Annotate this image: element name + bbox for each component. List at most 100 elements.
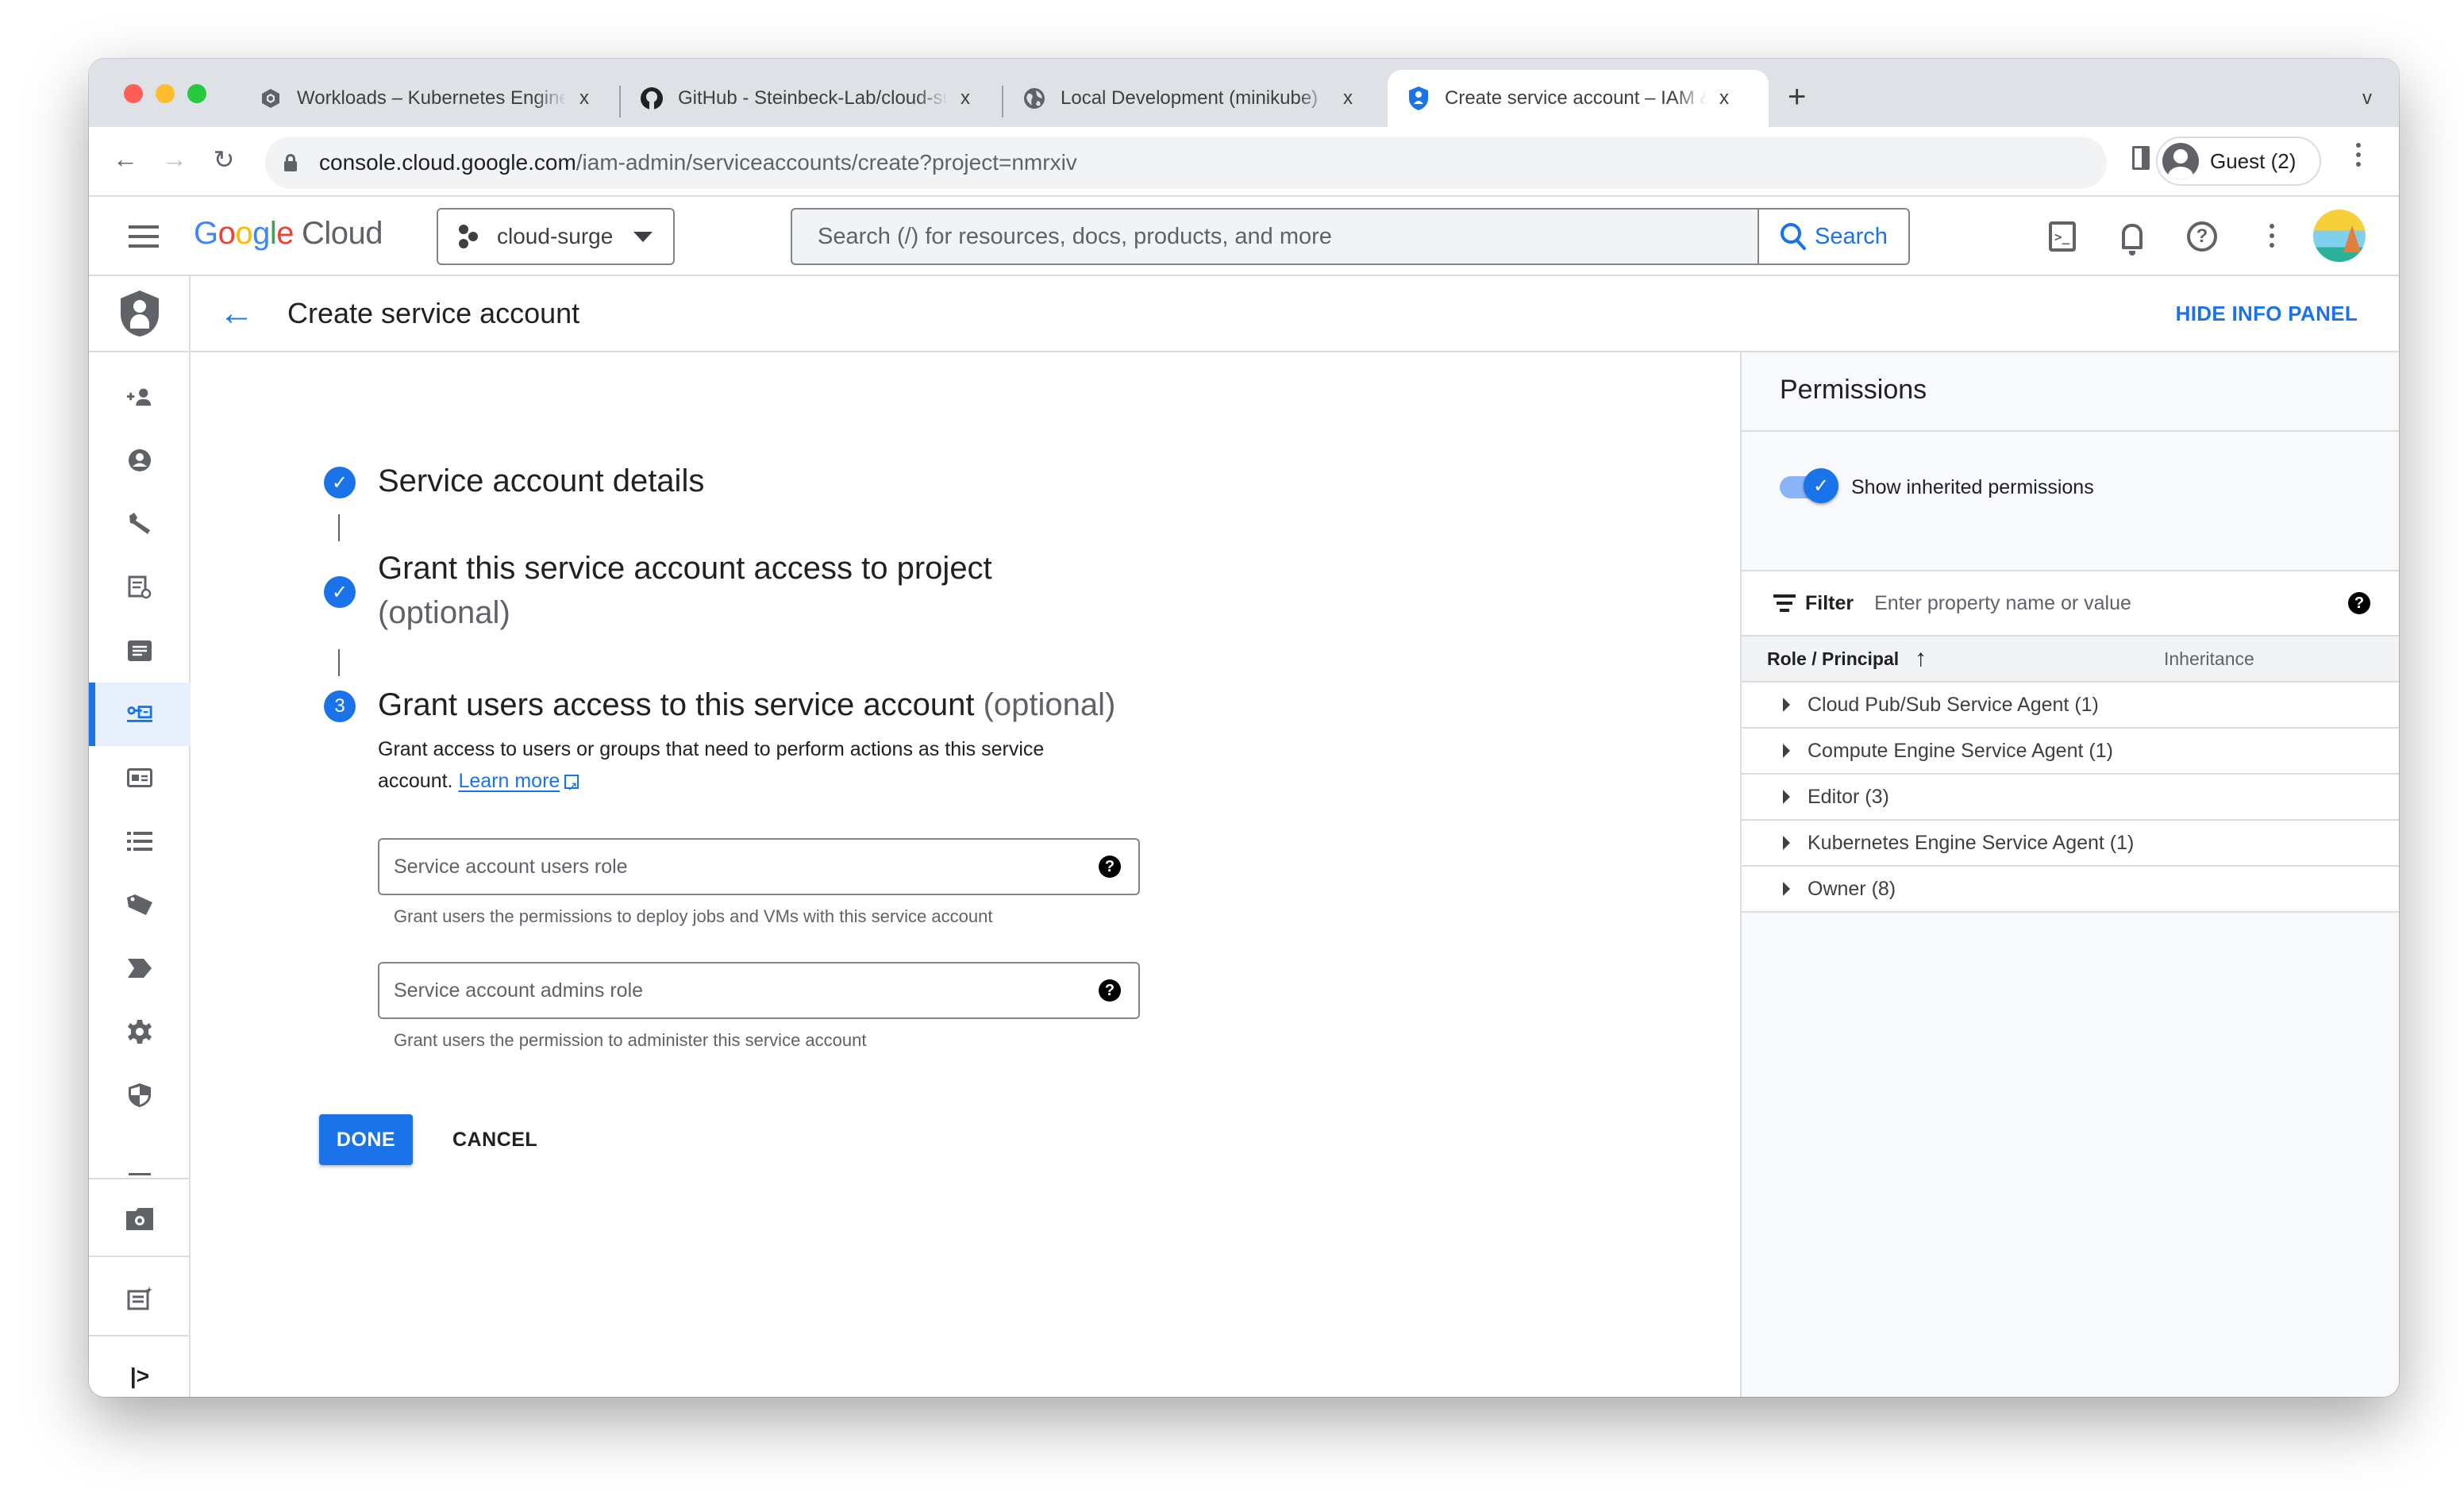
step-1-title[interactable]: Service account details [378, 459, 704, 503]
service-account-key-icon [127, 703, 152, 725]
close-tab-icon[interactable]: x [579, 87, 589, 110]
hamburger-menu-icon[interactable] [129, 225, 159, 248]
help-icon[interactable]: ? [1099, 979, 1121, 1002]
new-tab-button[interactable]: + [1788, 81, 1806, 113]
permission-role-row[interactable]: Owner (8) [1742, 867, 2399, 913]
filter-input[interactable]: Enter property name or value [1874, 592, 2348, 615]
google-cloud-logo[interactable]: Google Cloud [194, 216, 383, 252]
url-bar[interactable]: console.cloud.google.com/iam-admin/servi… [265, 137, 2107, 189]
security-shield-icon [127, 1083, 152, 1107]
forward-nav-icon[interactable]: → [159, 144, 191, 174]
sort-ascending-icon: ↑ [1915, 645, 1927, 671]
back-arrow-icon[interactable]: ← [219, 294, 254, 333]
column-role-principal[interactable]: Role / Principal ↑ [1767, 645, 1927, 672]
close-tab-icon[interactable]: x [1343, 87, 1353, 110]
permission-role-row[interactable]: Editor (3) [1742, 775, 2399, 821]
permissions-table-header: Role / Principal ↑ Inheritance [1742, 637, 2399, 683]
address-bar-row: ← → ↻ console.cloud.google.com/iam-admin… [89, 127, 2399, 197]
column-inheritance[interactable]: Inheritance [2164, 648, 2254, 670]
tab-create-service-account[interactable]: Create service account – IAM & Admin x [1388, 70, 1769, 127]
project-icon [459, 225, 479, 248]
label-arrow-icon [127, 957, 152, 979]
filter-icon [1773, 594, 1796, 612]
service-account-admins-role-field[interactable]: Service account admins role ? [378, 962, 1140, 1019]
step-description: Grant access to users or groups that nee… [378, 733, 1108, 803]
role-label: Cloud Pub/Sub Service Agent (1) [1808, 693, 2099, 716]
rail-item-wrench[interactable] [89, 492, 191, 556]
rail-item-list[interactable] [89, 810, 191, 873]
settings-gear-icon [127, 1020, 152, 1044]
filter-label: Filter [1805, 591, 1854, 614]
close-tab-icon[interactable]: x [961, 87, 970, 110]
help-icon[interactable]: ? [1099, 856, 1121, 878]
expand-rail-button[interactable]: |> [89, 1344, 191, 1397]
logo-letter: l [269, 216, 277, 251]
tab-local-development[interactable]: Local Development (minikube) x [1003, 70, 1372, 127]
rail-item-tag[interactable] [89, 873, 191, 937]
tag-icon [127, 894, 152, 916]
permission-role-row[interactable]: Cloud Pub/Sub Service Agent (1) [1742, 683, 2399, 729]
rail-manage-resources[interactable] [89, 1187, 191, 1251]
rail-item-policy-doc[interactable] [89, 556, 191, 619]
permission-role-row[interactable]: Compute Engine Service Agent (1) [1742, 729, 2399, 775]
check-icon: ✓ [1804, 468, 1838, 503]
rail-item-security-shield[interactable] [89, 1063, 191, 1127]
field-label: Service account admins role [394, 979, 644, 1002]
logo-product: Cloud [302, 216, 383, 251]
page-title-bar: ← Create service account HIDE INFO PANEL [191, 276, 2399, 352]
list-icon [127, 830, 152, 852]
learn-more-link[interactable]: Learn more [458, 770, 560, 792]
url-path: /iam-admin/serviceaccounts/create?projec… [576, 150, 1077, 175]
back-nav-icon[interactable]: ← [110, 144, 141, 174]
rail-item-account-circle[interactable] [89, 429, 191, 492]
expand-triangle-icon[interactable] [1783, 744, 1790, 758]
account-avatar[interactable] [2313, 210, 2366, 262]
tab-workloads[interactable]: Workloads – Kubernetes Engine x [240, 70, 608, 127]
rail-item-service-account-key[interactable] [89, 683, 191, 746]
search-button-label: Search [1815, 223, 1888, 249]
search-button[interactable]: Search [1758, 210, 1908, 263]
window-close-button[interactable] [124, 84, 143, 103]
help-icon[interactable]: ? [2348, 592, 2370, 614]
rail-release-notes[interactable] [89, 1267, 191, 1330]
close-tab-icon[interactable]: x [1719, 87, 1729, 110]
console-more-icon[interactable] [2268, 224, 2276, 248]
logo-letter: g [252, 216, 270, 251]
step-connector [338, 514, 340, 541]
rail-item-settings-gear[interactable] [89, 1000, 191, 1063]
done-button[interactable]: DONE [319, 1114, 413, 1165]
expand-triangle-icon[interactable] [1783, 882, 1790, 896]
side-panel-icon[interactable] [2132, 146, 2150, 170]
show-inherited-toggle[interactable]: ✓ [1780, 468, 1838, 503]
cancel-button[interactable]: CANCEL [437, 1114, 553, 1165]
rail-item-person-add[interactable] [89, 365, 191, 429]
reload-icon[interactable]: ↻ [208, 144, 240, 175]
hide-info-panel-button[interactable]: HIDE INFO PANEL [2176, 302, 2358, 326]
expand-triangle-icon[interactable] [1783, 790, 1790, 804]
profile-button[interactable]: Guest (2) [2156, 137, 2321, 186]
rail-item-label-arrow[interactable] [89, 937, 191, 1000]
notifications-button[interactable] [2116, 221, 2148, 256]
expand-triangle-icon[interactable] [1783, 836, 1790, 850]
iam-product-button[interactable] [89, 276, 191, 352]
tab-title: Create service account – IAM & Admin [1445, 87, 1707, 109]
help-button[interactable]: ? [2186, 221, 2218, 252]
github-icon [640, 87, 664, 110]
service-account-users-role-field[interactable]: Service account users role ? [378, 838, 1140, 895]
step-optional-label: (optional) [983, 687, 1116, 722]
tab-github[interactable]: GitHub - Steinbeck-Lab/cloud-surge x [621, 70, 989, 127]
project-picker[interactable]: cloud-surge [437, 208, 675, 265]
logo-letter: o [218, 216, 236, 251]
search-input[interactable]: Search (/) for resources, docs, products… [792, 210, 1758, 263]
expand-triangle-icon[interactable] [1783, 698, 1790, 712]
tab-list-chevron-icon[interactable]: v [2362, 87, 2372, 110]
rail-item-id-card[interactable] [89, 746, 191, 810]
browser-menu-icon[interactable] [2354, 143, 2362, 167]
permission-role-row[interactable]: Kubernetes Engine Service Agent (1) [1742, 821, 2399, 867]
field-label: Service account users role [394, 855, 628, 878]
cloud-shell-button[interactable] [2046, 221, 2078, 252]
rail-item-notes[interactable] [89, 619, 191, 683]
window-minimize-button[interactable] [156, 84, 175, 103]
step-2-title[interactable]: Grant this service account access to pro… [378, 546, 1092, 635]
window-zoom-button[interactable] [187, 84, 206, 103]
